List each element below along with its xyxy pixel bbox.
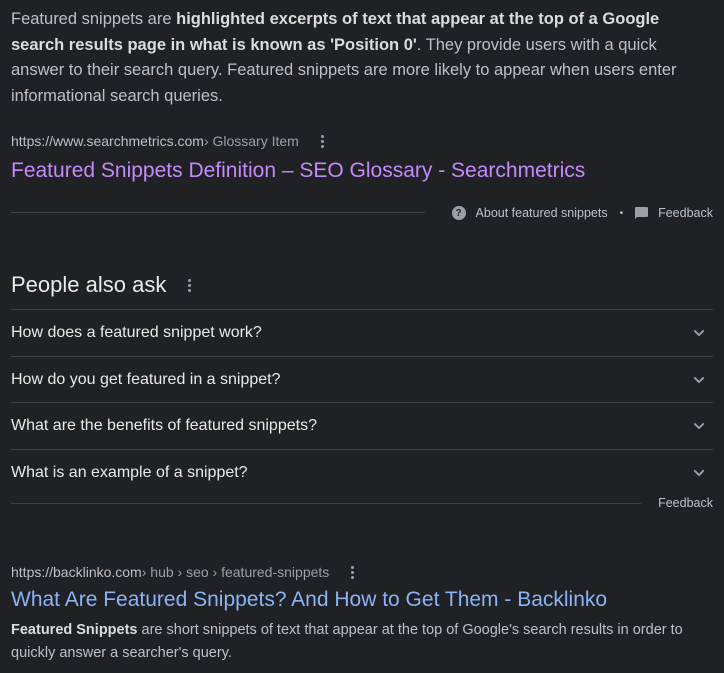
snippet-source-title-link[interactable]: Featured Snippets Definition – SEO Gloss…: [11, 159, 585, 183]
kebab-menu-icon[interactable]: [188, 278, 192, 292]
result-domain: https://backlinko.com: [11, 564, 142, 580]
kebab-menu-icon[interactable]: [320, 134, 324, 148]
paa-title: People also ask: [11, 272, 167, 297]
featured-snippet-text: Featured snippets are highlighted excerp…: [11, 7, 711, 109]
divider: [11, 212, 425, 213]
paa-question-text: What are the benefits of featured snippe…: [11, 417, 317, 434]
snippet-source-cite[interactable]: https://www.searchmetrics.com › Glossary…: [11, 133, 324, 149]
chevron-down-icon: [693, 330, 705, 336]
snippet-text-start: Featured snippets are: [11, 10, 177, 28]
feedback-icon: [635, 207, 649, 219]
kebab-menu-icon[interactable]: [351, 565, 355, 579]
paa-question[interactable]: How do you get featured in a snippet?: [11, 356, 713, 403]
result-description: Featured Snippets are short snippets of …: [11, 619, 701, 665]
snippet-source-path: › Glossary Item: [203, 133, 299, 149]
divider: [11, 503, 641, 504]
paa-question[interactable]: What is an example of a snippet?: [11, 449, 713, 496]
snippet-feedback-link[interactable]: Feedback: [658, 206, 713, 220]
snippet-meta-row: ? About featured snippets • Feedback: [451, 206, 713, 220]
help-circle-icon: ?: [451, 206, 466, 220]
result-path: › hub › seo › featured-snippets: [141, 564, 330, 580]
paa-question-text: How does a featured snippet work?: [11, 324, 262, 341]
chevron-down-icon: [693, 377, 705, 383]
separator-bullet: •: [619, 207, 624, 219]
chevron-down-icon: [693, 470, 705, 476]
snippet-source-domain: https://www.searchmetrics.com: [11, 133, 204, 149]
people-also-ask-heading: People also ask: [11, 272, 192, 298]
chevron-down-icon: [693, 423, 705, 429]
paa-question[interactable]: How does a featured snippet work?: [11, 309, 713, 356]
paa-question-text: How do you get featured in a snippet?: [11, 371, 281, 388]
result-description-bold: Featured Snippets: [11, 622, 138, 638]
paa-feedback-link[interactable]: Feedback: [658, 496, 713, 510]
paa-question[interactable]: What are the benefits of featured snippe…: [11, 402, 713, 449]
result-cite[interactable]: https://backlinko.com › hub › seo › feat…: [11, 564, 355, 580]
result-title-link[interactable]: What Are Featured Snippets? And How to G…: [11, 588, 607, 612]
about-featured-snippets-link[interactable]: About featured snippets: [476, 206, 608, 220]
paa-question-text: What is an example of a snippet?: [11, 464, 248, 481]
